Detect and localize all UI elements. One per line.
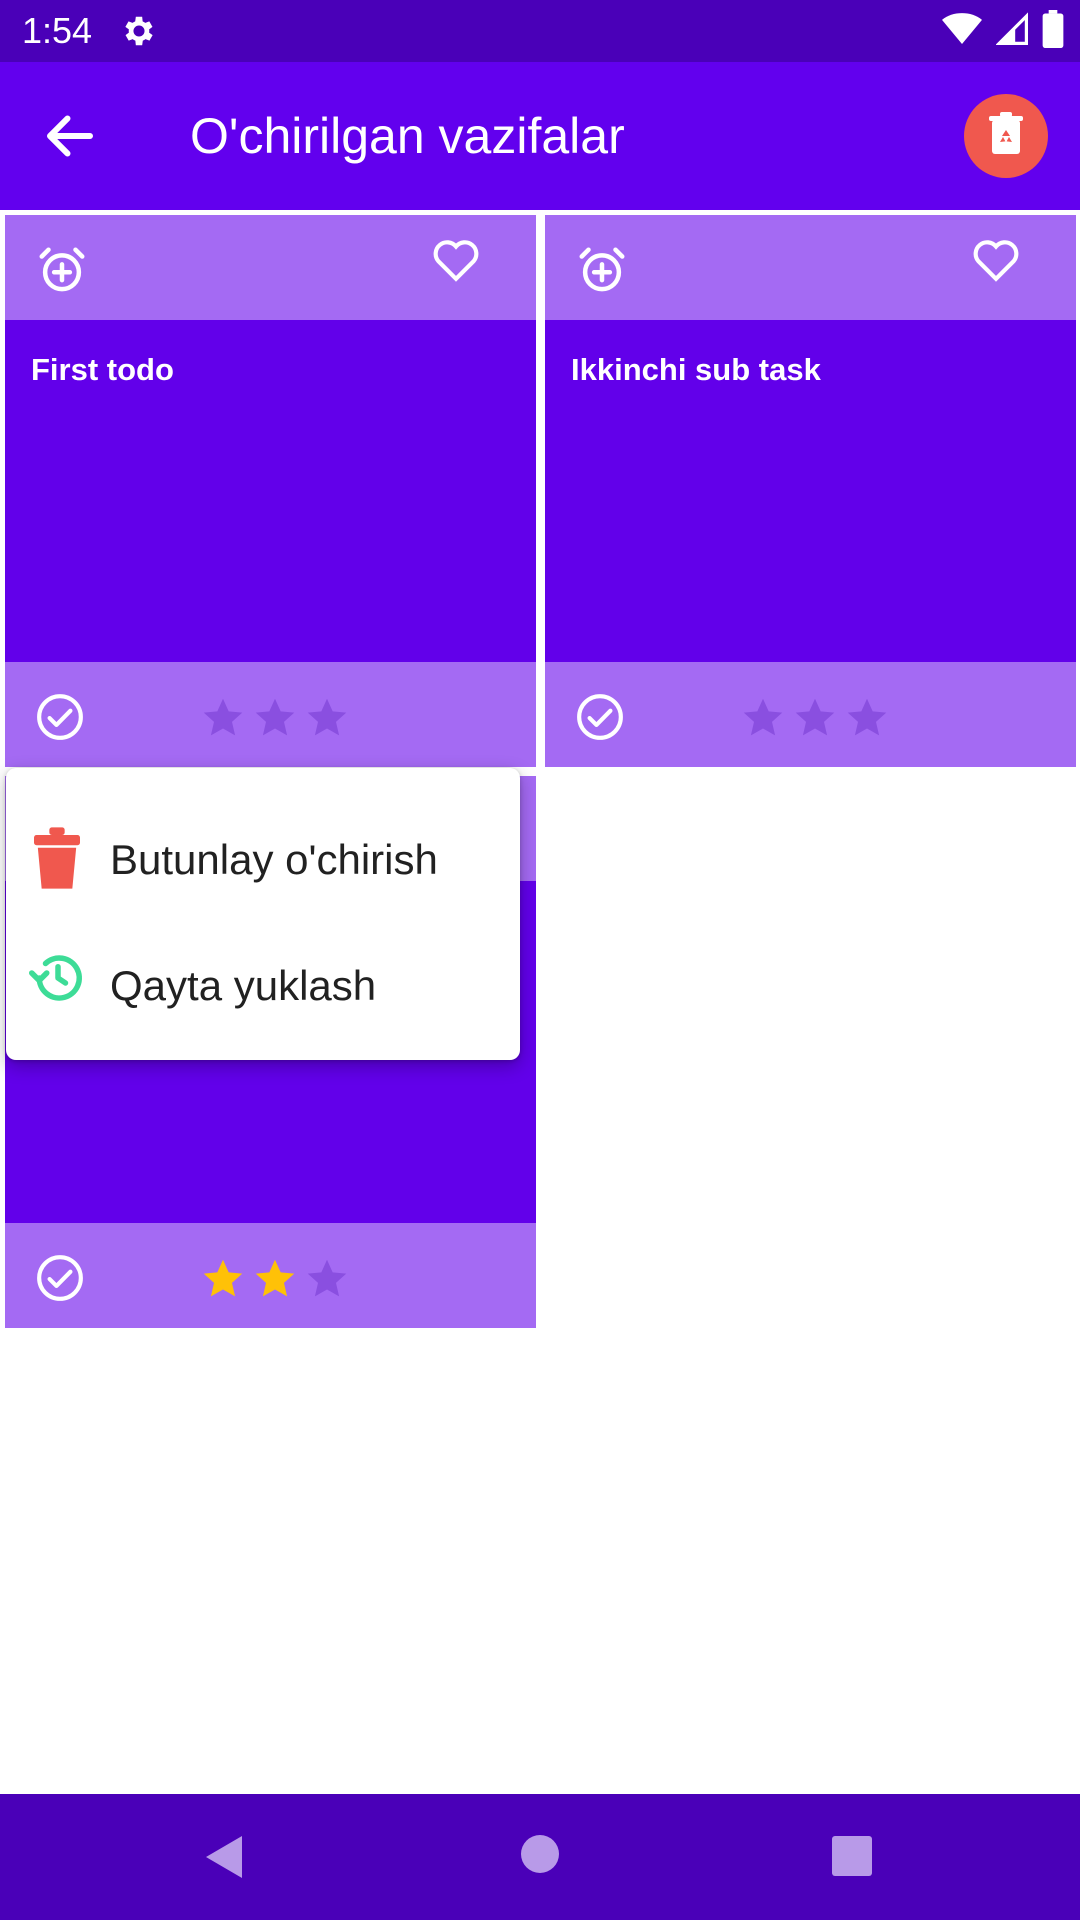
card-footer [545, 662, 1076, 767]
menu-item-delete-permanently[interactable]: Butunlay o'chirish [6, 798, 520, 918]
star-icon[interactable] [201, 1257, 245, 1301]
card-title: Ikkinchi sub task [571, 352, 821, 387]
star-icon[interactable] [793, 696, 837, 740]
task-card[interactable]: Ikkinchi sub task [545, 215, 1076, 767]
menu-item-label: Qayta yuklash [110, 962, 377, 1009]
check-circle-icon[interactable] [35, 1253, 85, 1308]
battery-icon [1042, 9, 1064, 53]
star-icon[interactable] [741, 696, 785, 740]
status-time: 1:54 [22, 10, 93, 51]
rating-stars[interactable] [201, 1257, 349, 1301]
star-icon[interactable] [201, 696, 245, 740]
back-triangle-icon[interactable] [204, 1834, 244, 1885]
arrow-left-icon[interactable] [40, 106, 100, 166]
heart-icon[interactable] [431, 235, 481, 288]
signal-icon [995, 11, 1028, 51]
card-body: First todo [5, 320, 536, 662]
card-footer [5, 662, 536, 767]
rating-stars[interactable] [741, 696, 889, 740]
recents-square-icon[interactable] [832, 1836, 872, 1881]
star-icon[interactable] [253, 696, 297, 740]
recycle-bin-button[interactable] [964, 94, 1048, 178]
menu-item-restore[interactable]: Qayta yuklash [6, 924, 520, 1044]
alarm-add-icon[interactable] [575, 243, 629, 302]
page-title: O'chirilgan vazifalar [190, 108, 625, 164]
system-nav-bar [0, 1794, 1080, 1920]
star-icon[interactable] [845, 696, 889, 740]
restore-icon [28, 948, 88, 1013]
check-circle-icon[interactable] [35, 692, 85, 747]
card-body: Ikkinchi sub task [545, 320, 1076, 662]
check-circle-icon[interactable] [575, 692, 625, 747]
heart-icon[interactable] [971, 235, 1021, 288]
home-circle-icon[interactable] [520, 1834, 560, 1879]
context-menu: Butunlay o'chirish Qayta yuklash [6, 768, 520, 1060]
gear-icon [120, 12, 158, 50]
card-footer [5, 1223, 536, 1328]
task-card[interactable]: First todo [5, 215, 536, 767]
card-header [545, 215, 1076, 320]
recycle-bin-icon [986, 111, 1026, 161]
card-header [5, 215, 536, 320]
star-icon[interactable] [253, 1257, 297, 1301]
trash-icon [34, 826, 80, 895]
wifi-icon [942, 12, 982, 51]
alarm-add-icon[interactable] [35, 243, 89, 302]
menu-item-label: Butunlay o'chirish [110, 836, 438, 883]
status-bar: 1:54 [0, 0, 1080, 62]
star-icon[interactable] [305, 696, 349, 740]
rating-stars[interactable] [201, 696, 349, 740]
app-bar: O'chirilgan vazifalar [0, 62, 1080, 210]
star-icon[interactable] [305, 1257, 349, 1301]
card-title: First todo [31, 352, 174, 387]
